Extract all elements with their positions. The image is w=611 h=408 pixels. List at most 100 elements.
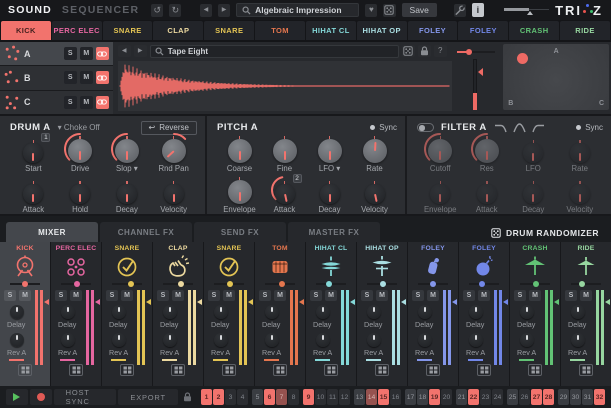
fader-handle-icon[interactable]: [503, 299, 508, 305]
sample-prev-button[interactable]: ◀: [118, 45, 131, 57]
step-cell-2[interactable]: 2: [213, 389, 224, 405]
pitch-sync-toggle[interactable]: Sync: [370, 123, 397, 132]
layer-row-b[interactable]: B S M: [0, 66, 113, 89]
step-cell-13[interactable]: 13: [354, 389, 365, 405]
strip-pan-slider[interactable]: [418, 280, 448, 288]
strip-level-fader[interactable]: [596, 290, 605, 365]
mixer-strip-kick[interactable]: KICK S M Delay Rev A: [0, 242, 50, 386]
strip-delay-knob[interactable]: [571, 305, 585, 319]
strip-output-button[interactable]: [171, 364, 185, 376]
strip-mute-button[interactable]: M: [121, 290, 133, 301]
track-tab[interactable]: SNARE: [103, 21, 153, 40]
knob-velocity[interactable]: Velocity: [352, 176, 397, 217]
strip-reverb-knob[interactable]: [112, 333, 126, 347]
strip-solo-button[interactable]: S: [4, 290, 16, 301]
layer-row-a[interactable]: A S M: [0, 42, 113, 65]
strip-reverb-knob[interactable]: [163, 333, 177, 347]
strip-mute-button[interactable]: M: [427, 290, 439, 301]
step-cell-10[interactable]: 10: [315, 389, 326, 405]
knob-hold[interactable]: Hold: [57, 176, 104, 217]
strip-solo-button[interactable]: S: [310, 290, 322, 301]
sample-search-field[interactable]: Tape Eight: [150, 45, 399, 58]
mixer-strip-snare[interactable]: SNARE S M Delay Rev A: [102, 242, 152, 386]
strip-output-button[interactable]: [324, 364, 338, 376]
layer-solo-button[interactable]: S: [64, 96, 77, 109]
mixer-strip-foley[interactable]: FOLEY S M Delay Rev A: [459, 242, 509, 386]
strip-output-button[interactable]: [528, 364, 542, 376]
fader-handle-icon[interactable]: [44, 299, 49, 305]
fader-handle-icon[interactable]: [146, 299, 151, 305]
knob-rate[interactable]: Rate: [557, 135, 604, 176]
strip-delay-knob[interactable]: [61, 305, 75, 319]
drum-randomizer-button[interactable]: DRUM RANDOMIZER: [491, 228, 599, 238]
highpass-icon[interactable]: [532, 123, 545, 133]
step-cell-30[interactable]: 30: [570, 389, 581, 405]
step-cell-26[interactable]: 26: [519, 389, 530, 405]
step-cell-32[interactable]: 32: [594, 389, 605, 405]
preset-search-field[interactable]: Algebraic Impression: [236, 3, 359, 17]
track-tab[interactable]: HIHAT OP: [357, 21, 407, 40]
step-cell-25[interactable]: 25: [507, 389, 518, 405]
strip-pan-slider[interactable]: [214, 280, 244, 288]
track-tab[interactable]: SNARE: [204, 21, 254, 40]
strip-pan-slider[interactable]: [61, 280, 91, 288]
bandpass-icon[interactable]: [513, 123, 526, 133]
knob-start[interactable]: 1 Start: [10, 135, 57, 176]
step-cell-15[interactable]: 15: [378, 389, 389, 405]
knob-decay[interactable]: Decay: [510, 176, 557, 217]
strip-solo-button[interactable]: S: [106, 290, 118, 301]
fader-handle-icon[interactable]: [350, 299, 355, 305]
strip-level-fader[interactable]: [137, 290, 146, 365]
step-cell-22[interactable]: 22: [468, 389, 479, 405]
sample-random-button[interactable]: [402, 45, 415, 57]
knob-res[interactable]: Res: [464, 135, 511, 176]
step-cell-5[interactable]: 5: [252, 389, 263, 405]
random-preset-button[interactable]: [383, 4, 395, 17]
strip-mute-button[interactable]: M: [19, 290, 31, 301]
strip-delay-knob[interactable]: [367, 305, 381, 319]
strip-level-fader[interactable]: [188, 290, 197, 365]
strip-level-fader[interactable]: [86, 290, 95, 365]
strip-reverb-knob[interactable]: [367, 333, 381, 347]
knob-rnd-pan[interactable]: Rnd Pan: [150, 135, 197, 176]
sample-next-button[interactable]: ▶: [134, 45, 147, 57]
layer-blend-xy-pad[interactable]: A B C: [503, 44, 609, 110]
layer-solo-button[interactable]: S: [64, 47, 77, 60]
strip-delay-knob[interactable]: [214, 305, 228, 319]
strip-pan-slider[interactable]: [10, 280, 40, 288]
knob-drive[interactable]: Drive: [57, 135, 104, 176]
strip-level-fader[interactable]: [341, 290, 350, 365]
knob-slop[interactable]: Slop ▾: [104, 135, 151, 176]
layer-mute-button[interactable]: M: [80, 71, 93, 84]
redo-button[interactable]: ↻: [169, 4, 181, 17]
save-button[interactable]: Save: [402, 3, 437, 17]
step-cell-24[interactable]: 24: [492, 389, 503, 405]
xy-pad-cursor[interactable]: [517, 53, 528, 64]
layer-link-button[interactable]: [96, 47, 109, 60]
export-button[interactable]: EXPORT: [118, 389, 178, 405]
strip-solo-button[interactable]: S: [412, 290, 424, 301]
fader-handle-icon[interactable]: [299, 299, 304, 305]
strip-mute-button[interactable]: M: [325, 290, 337, 301]
step-cell-1[interactable]: 1: [201, 389, 212, 405]
filter-type-selector[interactable]: [494, 123, 545, 133]
track-tab[interactable]: FOLEY: [458, 21, 508, 40]
strip-level-fader[interactable]: [290, 290, 299, 365]
step-cell-23[interactable]: 23: [480, 389, 491, 405]
knob-envelope[interactable]: Envelope: [217, 176, 262, 217]
strip-delay-knob[interactable]: [265, 305, 279, 319]
strip-reverb-knob[interactable]: [265, 333, 279, 347]
step-cell-19[interactable]: 19: [429, 389, 440, 405]
host-sync-button[interactable]: HOST SYNC: [54, 389, 117, 405]
track-tab[interactable]: TOM: [255, 21, 305, 40]
track-tab[interactable]: KICK: [1, 21, 51, 40]
step-cell-7[interactable]: 7: [276, 389, 287, 405]
strip-output-button[interactable]: [579, 364, 593, 376]
strip-pan-slider[interactable]: [163, 280, 193, 288]
step-cell-27[interactable]: 27: [531, 389, 542, 405]
lower-tab-mixer[interactable]: MIXER: [6, 222, 98, 242]
filter-enable-toggle[interactable]: [417, 123, 434, 132]
fader-handle-icon[interactable]: [401, 299, 406, 305]
layer-link-button[interactable]: [96, 71, 109, 84]
step-cell-18[interactable]: 18: [417, 389, 428, 405]
